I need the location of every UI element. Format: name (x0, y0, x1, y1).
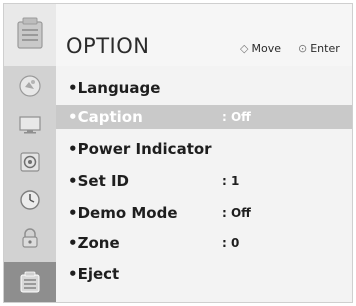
option-list: •Language •Caption : Off •Power Indicato… (56, 66, 352, 302)
enter-hint-label: Enter (310, 42, 340, 55)
sidebar-item-audio[interactable] (4, 144, 56, 180)
enter-hint: ⊙ Enter (298, 42, 340, 55)
audio-icon (20, 152, 40, 172)
menu-item-eject[interactable]: •Eject (56, 262, 352, 286)
menu-item-label: •Caption (68, 108, 143, 126)
screen-icon (19, 116, 41, 134)
menu-item-language[interactable]: •Language (56, 76, 352, 100)
menu-item-caption[interactable]: •Caption : Off (56, 105, 352, 129)
time-icon (20, 190, 40, 210)
menu-item-value: : Off (222, 110, 251, 124)
page-title: OPTION (66, 34, 150, 58)
picture-icon (19, 75, 41, 97)
menu-item-label: •Power Indicator (68, 140, 212, 158)
move-hint: ◇ Move (240, 42, 281, 55)
sidebar-item-picture[interactable] (4, 68, 56, 104)
menu-item-power-indicator[interactable]: •Power Indicator (56, 137, 352, 161)
menu-item-value: : Off (222, 206, 251, 220)
sidebar-item-option[interactable] (4, 262, 56, 302)
move-hint-label: Move (251, 42, 281, 55)
menu-item-label: •Demo Mode (68, 204, 178, 222)
header-option-icon-box (4, 4, 56, 66)
menu-item-value: : 1 (222, 174, 240, 188)
menu-header: OPTION ◇ Move ⊙ Enter (4, 4, 352, 66)
option-icon (20, 271, 40, 293)
menu-item-zone[interactable]: •Zone : 0 (56, 231, 352, 255)
sidebar-item-screen[interactable] (4, 106, 56, 142)
lock-icon (22, 228, 38, 248)
menu-item-label: •Zone (68, 234, 120, 252)
menu-item-value: : 0 (222, 236, 240, 250)
menu-item-demo-mode[interactable]: •Demo Mode : Off (56, 201, 352, 225)
sidebar-item-time[interactable] (4, 182, 56, 218)
menu-item-label: •Language (68, 79, 161, 97)
option-icon (17, 17, 43, 49)
dpad-icon: ◇ (240, 42, 249, 55)
sidebar-item-lock[interactable] (4, 220, 56, 256)
category-sidebar (4, 66, 56, 302)
option-menu-window: OPTION ◇ Move ⊙ Enter •Language •Caption… (3, 3, 353, 303)
ok-icon: ⊙ (298, 42, 308, 55)
menu-item-label: •Eject (68, 265, 120, 283)
menu-item-label: •Set ID (68, 172, 129, 190)
menu-item-set-id[interactable]: •Set ID : 1 (56, 169, 352, 193)
